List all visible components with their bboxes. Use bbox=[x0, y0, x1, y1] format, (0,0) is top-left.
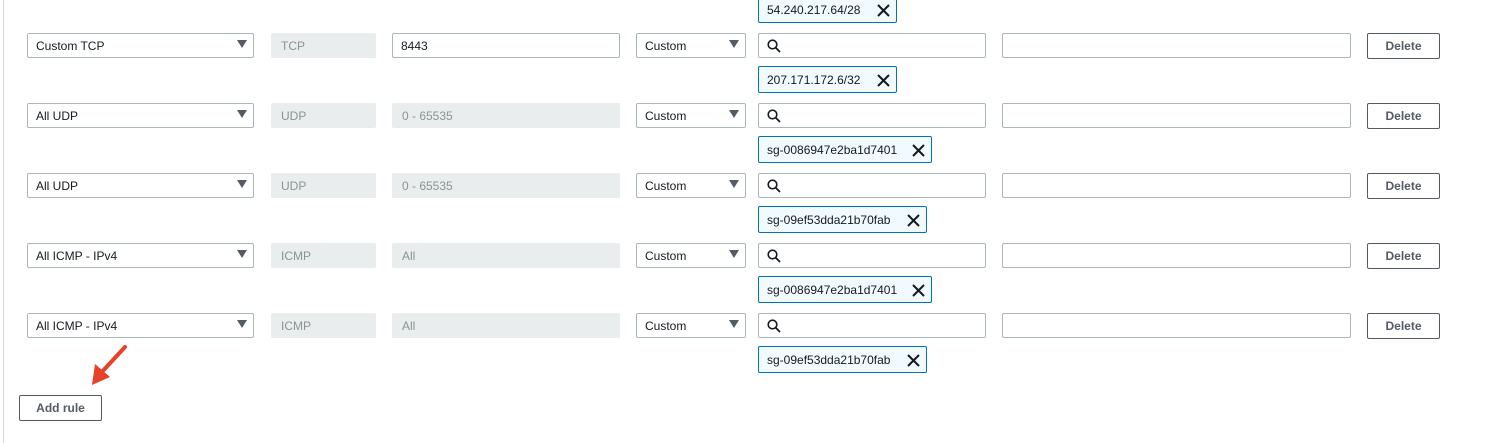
source-value: Custom bbox=[645, 178, 687, 193]
source-value: Custom bbox=[645, 248, 687, 263]
description-input[interactable] bbox=[1002, 313, 1351, 338]
source-token-label: sg-09ef53dda21b70fab bbox=[767, 352, 891, 367]
port-range-input[interactable]: 8443 bbox=[392, 33, 620, 58]
source-token-label: 207.171.172.6/32 bbox=[767, 72, 861, 87]
source-token-label: sg-0086947e2ba1d7401 bbox=[767, 142, 898, 157]
port-range-value: 8443 bbox=[401, 38, 428, 53]
protocol-value: TCP bbox=[281, 38, 305, 53]
search-icon bbox=[767, 109, 781, 123]
delete-button[interactable]: Delete bbox=[1367, 33, 1440, 59]
port-range-field: 0 - 65535 bbox=[392, 103, 620, 128]
port-range-field: All bbox=[392, 243, 620, 268]
caret-down-icon bbox=[729, 180, 739, 188]
port-range-value: 0 - 65535 bbox=[402, 178, 453, 193]
delete-button[interactable]: Delete bbox=[1367, 173, 1440, 199]
source-token: sg-0086947e2ba1d7401 bbox=[758, 276, 932, 303]
source-select[interactable]: Custom bbox=[636, 243, 746, 268]
close-icon[interactable] bbox=[907, 354, 920, 367]
caret-down-icon bbox=[729, 320, 739, 328]
source-value: Custom bbox=[645, 318, 687, 333]
caret-down-icon bbox=[729, 110, 739, 118]
delete-button[interactable]: Delete bbox=[1367, 103, 1440, 129]
caret-down-icon bbox=[237, 180, 247, 188]
delete-label: Delete bbox=[1385, 319, 1422, 333]
source-search-input[interactable] bbox=[758, 173, 986, 198]
source-token: sg-09ef53dda21b70fab bbox=[758, 346, 927, 373]
source-value: Custom bbox=[645, 38, 687, 53]
port-range-value: All bbox=[402, 318, 416, 333]
source-search-input[interactable] bbox=[758, 243, 986, 268]
close-icon[interactable] bbox=[907, 214, 920, 227]
protocol-field: ICMP bbox=[271, 243, 376, 268]
source-value: Custom bbox=[645, 108, 687, 123]
source-select[interactable]: Custom bbox=[636, 173, 746, 198]
port-range-value: All bbox=[402, 248, 416, 263]
protocol-field: UDP bbox=[271, 173, 376, 198]
description-input[interactable] bbox=[1002, 33, 1351, 58]
add-rule-label: Add rule bbox=[36, 401, 85, 415]
search-icon bbox=[767, 319, 781, 333]
port-range-field: All bbox=[392, 313, 620, 338]
source-select[interactable]: Custom bbox=[636, 33, 746, 58]
protocol-field: UDP bbox=[271, 103, 376, 128]
description-input[interactable] bbox=[1002, 243, 1351, 268]
port-range-field: 0 - 65535 bbox=[392, 173, 620, 198]
search-icon bbox=[767, 39, 781, 53]
source-token: 207.171.172.6/32 bbox=[758, 66, 897, 93]
caret-down-icon bbox=[729, 250, 739, 258]
delete-button[interactable]: Delete bbox=[1367, 313, 1440, 339]
source-token: 54.240.217.64/28 bbox=[758, 0, 897, 23]
delete-label: Delete bbox=[1385, 249, 1422, 263]
caret-down-icon bbox=[237, 250, 247, 258]
close-icon[interactable] bbox=[912, 284, 925, 297]
close-icon[interactable] bbox=[877, 4, 890, 17]
protocol-value: UDP bbox=[281, 108, 307, 123]
caret-down-icon bbox=[729, 40, 739, 48]
port-range-value: 0 - 65535 bbox=[402, 108, 453, 123]
source-search-input[interactable] bbox=[758, 313, 986, 338]
delete-label: Delete bbox=[1385, 179, 1422, 193]
delete-button[interactable]: Delete bbox=[1367, 243, 1440, 269]
protocol-field: ICMP bbox=[271, 313, 376, 338]
protocol-value: UDP bbox=[281, 178, 307, 193]
annotation-arrow-icon bbox=[92, 345, 127, 385]
source-select[interactable]: Custom bbox=[636, 103, 746, 128]
caret-down-icon bbox=[237, 40, 247, 48]
close-icon[interactable] bbox=[912, 144, 925, 157]
source-token-label: sg-09ef53dda21b70fab bbox=[767, 212, 891, 227]
protocol-value: ICMP bbox=[281, 318, 311, 333]
source-token: sg-09ef53dda21b70fab bbox=[758, 206, 927, 233]
description-input[interactable] bbox=[1002, 103, 1351, 128]
delete-label: Delete bbox=[1385, 39, 1422, 53]
source-token-label: 54.240.217.64/28 bbox=[767, 2, 861, 17]
search-icon bbox=[767, 249, 781, 263]
close-icon[interactable] bbox=[877, 74, 890, 87]
protocol-value: ICMP bbox=[281, 248, 311, 263]
source-token-label: sg-0086947e2ba1d7401 bbox=[767, 282, 898, 297]
source-token: sg-0086947e2ba1d7401 bbox=[758, 136, 932, 163]
description-input[interactable] bbox=[1002, 173, 1351, 198]
protocol-field: TCP bbox=[271, 33, 376, 58]
delete-label: Delete bbox=[1385, 109, 1422, 123]
caret-down-icon bbox=[237, 110, 247, 118]
caret-down-icon bbox=[237, 320, 247, 328]
source-search-input[interactable] bbox=[758, 33, 986, 58]
search-icon bbox=[767, 179, 781, 193]
add-rule-button[interactable]: Add rule bbox=[19, 395, 102, 421]
source-select[interactable]: Custom bbox=[636, 313, 746, 338]
source-search-input[interactable] bbox=[758, 103, 986, 128]
